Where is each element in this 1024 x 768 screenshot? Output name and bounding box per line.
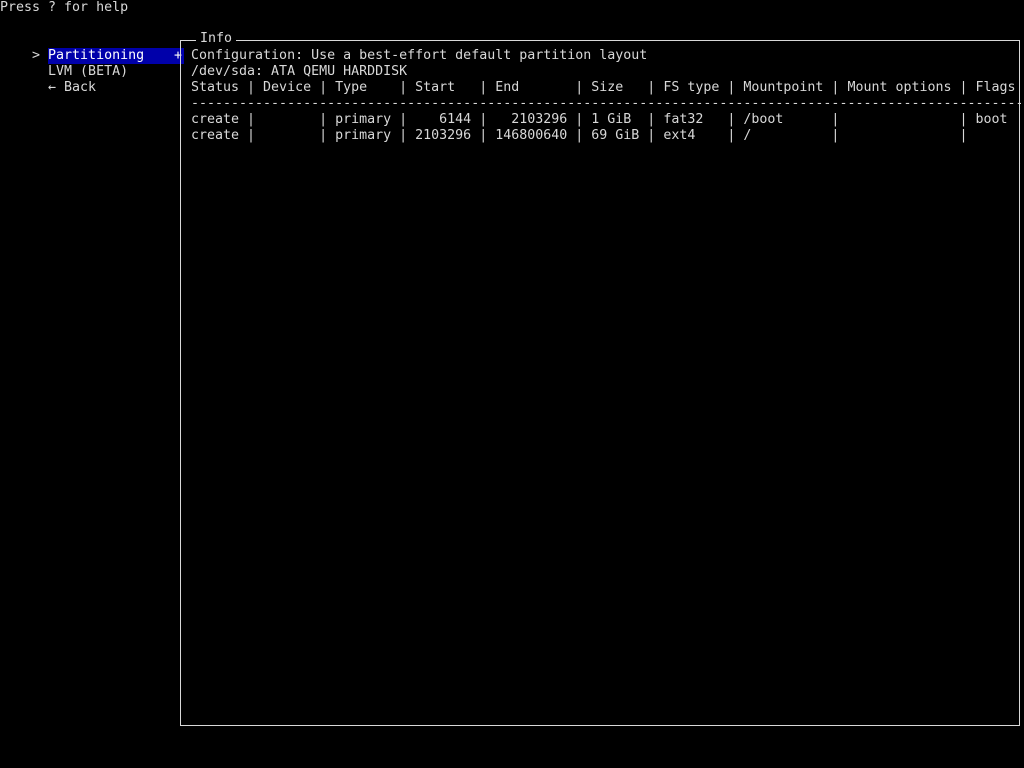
- menu-item-label: ← Back: [48, 80, 97, 95]
- table-row[interactable]: create | | primary | 2103296 | 146800640…: [191, 128, 1021, 144]
- menu-item-lvm[interactable]: LVM (BETA): [0, 48, 128, 79]
- configuration-text: Configuration: Use a best-effort default…: [191, 48, 648, 63]
- info-panel-title: Info: [196, 31, 237, 47]
- menu-item-back[interactable]: ← Back: [0, 64, 96, 95]
- menu-item-partitioning[interactable]: > Partitioning +: [0, 32, 185, 64]
- table-separator: ----------------------------------------…: [191, 96, 1021, 111]
- help-hint: Press ? for help: [0, 0, 129, 15]
- table-row[interactable]: create | | primary | 6144 | 2103296 | 1 …: [191, 112, 1021, 128]
- device-text: /dev/sda: ATA QEMU HARDDISK: [191, 64, 408, 79]
- table-header: Status | Device | Type | Start | End | S…: [191, 80, 1016, 95]
